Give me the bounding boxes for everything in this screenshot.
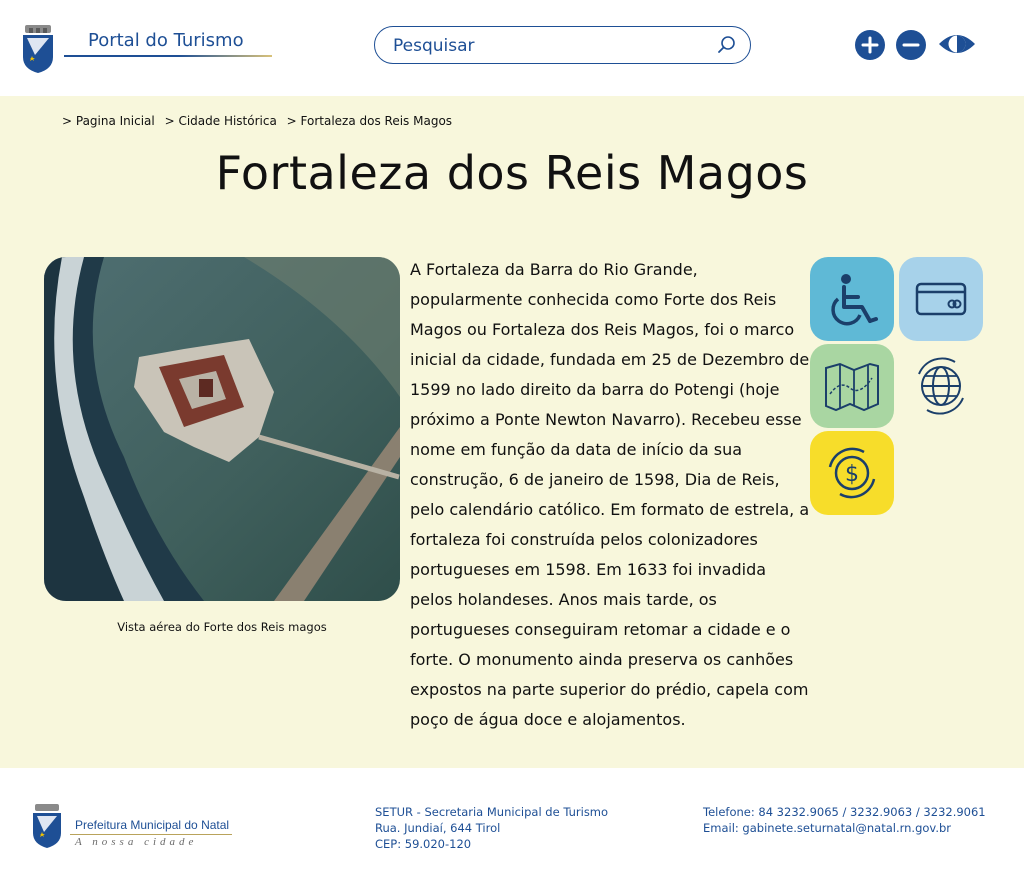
prefeitura-crest-logo[interactable]	[32, 804, 62, 848]
prefeitura-name: Prefeitura Municipal do Natal	[75, 818, 230, 832]
search-input[interactable]	[393, 35, 693, 57]
setur-info: SETUR - Secretaria Municipal de Turismo …	[375, 804, 608, 852]
minus-icon	[902, 43, 920, 47]
fort-aerial-photo	[44, 257, 400, 601]
decrease-font-button[interactable]	[896, 30, 926, 60]
setur-cep: CEP: 59.020-120	[375, 837, 472, 851]
search-icon[interactable]	[717, 35, 737, 55]
site-header: Portal do Turismo	[0, 0, 1024, 96]
increase-font-button[interactable]	[855, 30, 885, 60]
accessibility-tile[interactable]	[810, 257, 894, 341]
contrast-toggle-icon[interactable]	[937, 30, 977, 58]
prefeitura-slogan: A nossa cidade	[75, 836, 198, 848]
wheelchair-icon	[831, 274, 878, 326]
breadcrumb-current[interactable]: > Fortaleza dos Reis Magos	[287, 114, 452, 128]
payment-card-tile[interactable]	[899, 257, 983, 341]
currency-tile[interactable]: $	[810, 431, 894, 515]
main-content: > Pagina Inicial > Cidade Histórica > Fo…	[0, 96, 1024, 768]
footer-logo-divider	[70, 834, 232, 835]
globe-icon	[918, 357, 964, 415]
page-title: Fortaleza dos Reis Magos	[215, 146, 809, 200]
svg-text:$: $	[845, 462, 859, 487]
breadcrumb-historic-city[interactable]: > Cidade Histórica	[165, 114, 277, 128]
map-icon	[825, 362, 879, 412]
site-footer: Prefeitura Municipal do Natal A nossa ci…	[0, 768, 1024, 886]
setur-address: Rua. Jundiaí, 644 Tirol	[375, 821, 501, 835]
contact-phone[interactable]: Telefone: 84 3232.9065 / 3232.9063 / 323…	[703, 804, 986, 820]
contact-info: Telefone: 84 3232.9065 / 3232.9063 / 323…	[703, 804, 986, 836]
search-box	[374, 26, 751, 64]
breadcrumb-home[interactable]: > Pagina Inicial	[62, 114, 155, 128]
language-tile[interactable]	[899, 344, 983, 428]
currency-icon: $	[828, 447, 876, 499]
map-tile[interactable]	[810, 344, 894, 428]
logo-underline	[64, 55, 272, 57]
plus-icon	[861, 36, 879, 54]
breadcrumb: > Pagina Inicial > Cidade Histórica > Fo…	[62, 114, 458, 128]
photo-caption: Vista aérea do Forte dos Reis magos	[117, 620, 327, 634]
city-crest-logo[interactable]	[21, 25, 55, 73]
contact-email[interactable]: Email: gabinete.seturnatal@natal.rn.gov.…	[703, 820, 986, 836]
portal-title[interactable]: Portal do Turismo	[88, 30, 244, 51]
setur-name: SETUR - Secretaria Municipal de Turismo	[375, 805, 609, 819]
credit-card-icon	[915, 282, 967, 316]
article-text: A Fortaleza da Barra do Rio Grande, popu…	[410, 260, 810, 729]
